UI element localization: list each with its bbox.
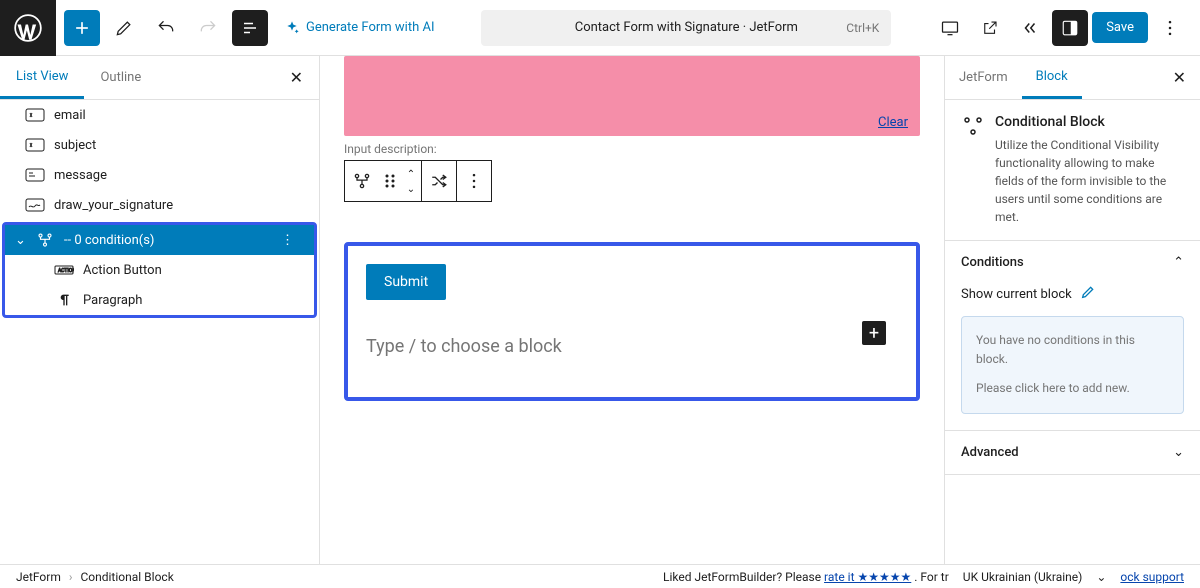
drag-handle-icon[interactable]	[379, 161, 401, 201]
footer-text: Liked JetFormBuilder? Please	[663, 570, 824, 584]
editor-canvas: Clear Input description: Submit Type / t…	[320, 56, 944, 564]
svg-text:ACTION: ACTION	[58, 268, 74, 274]
settings-sidebar: JetForm Block ✕ Conditional Block Utiliz…	[944, 56, 1200, 564]
document-title-bar[interactable]: Contact Form with Signature · JetForm Ct…	[481, 10, 891, 46]
list-item-label: message	[54, 168, 107, 183]
footer-text: . For tr	[914, 570, 949, 584]
add-block-inline-button[interactable]: +	[862, 321, 886, 345]
block-placeholder[interactable]: Type / to choose a block	[366, 336, 898, 357]
rate-link[interactable]: rate it ★★★★★	[824, 570, 911, 584]
settings-panel-toggle[interactable]	[1052, 10, 1088, 46]
save-button[interactable]: Save	[1092, 12, 1148, 43]
external-link-icon[interactable]	[972, 10, 1008, 46]
undo-button[interactable]	[148, 10, 184, 46]
text-field-icon	[24, 106, 46, 124]
chevron-up-icon: ⌃	[1173, 255, 1184, 270]
list-item-subject[interactable]: subject	[0, 130, 319, 160]
close-icon[interactable]: ✕	[274, 68, 319, 87]
list-item-conditional[interactable]: ⌄ -- 0 condition(s) ⋮	[5, 225, 314, 255]
tab-block[interactable]: Block	[1022, 57, 1082, 99]
hint-line: Please click here to add new.	[976, 379, 1169, 398]
more-options-icon[interactable]	[457, 161, 491, 201]
conditional-block-container[interactable]: Submit Type / to choose a block +	[344, 242, 920, 401]
edit-icon[interactable]	[106, 10, 142, 46]
add-block-button[interactable]	[64, 10, 100, 46]
tab-outline[interactable]: Outline	[84, 58, 157, 97]
panel-title: Conditions	[961, 255, 1024, 270]
tab-jetform[interactable]: JetForm	[945, 58, 1022, 97]
text-field-icon	[24, 136, 46, 154]
block-title: Conditional Block	[995, 114, 1184, 130]
list-item-label: Action Button	[83, 263, 162, 278]
shuffle-icon[interactable]	[422, 161, 456, 201]
advanced-panel-toggle[interactable]: Advanced ⌄	[945, 431, 1200, 474]
list-item-label: -- 0 condition(s)	[64, 233, 155, 248]
chevron-down-icon: ⌄	[1173, 445, 1184, 460]
hint-line: You have no conditions in this block.	[976, 331, 1169, 369]
breadcrumb[interactable]: JetForm › Conditional Block	[16, 570, 174, 584]
list-item-paragraph[interactable]: Paragraph	[5, 285, 314, 315]
editor-footer: JetForm › Conditional Block Liked JetFor…	[0, 564, 1200, 588]
language-label: UK Ukrainian (Ukraine)	[963, 570, 1083, 584]
conditions-panel-toggle[interactable]: Conditions ⌃	[945, 241, 1200, 284]
submit-button[interactable]: Submit	[366, 264, 446, 300]
dropdown-icon[interactable]: ⌄	[1096, 570, 1106, 584]
textarea-icon	[24, 166, 46, 184]
generate-ai-button[interactable]: Generate Form with AI	[274, 14, 445, 42]
document-overview-button[interactable]	[232, 10, 268, 46]
signature-field-preview[interactable]: Clear	[344, 56, 920, 136]
item-more-icon[interactable]: ⋮	[281, 233, 304, 248]
list-item-label: email	[54, 108, 86, 123]
list-item-signature[interactable]: draw_your_signature	[0, 190, 319, 220]
wp-logo[interactable]	[0, 0, 56, 56]
block-toolbar	[344, 160, 492, 202]
close-icon[interactable]: ✕	[1159, 68, 1200, 87]
paragraph-icon	[53, 291, 75, 309]
shortcut-hint: Ctrl+K	[846, 21, 879, 35]
input-description-label: Input description:	[344, 142, 934, 156]
block-description: Utilize the Conditional Visibility funct…	[995, 136, 1184, 226]
tab-list-view[interactable]: List View	[0, 57, 84, 99]
edit-icon[interactable]	[1080, 284, 1096, 304]
breadcrumb-item[interactable]: JetForm	[16, 570, 61, 584]
document-title: Contact Form with Signature · JetForm	[575, 20, 798, 35]
list-item-action-button[interactable]: ACTION Action Button	[5, 255, 314, 285]
list-item-label: draw_your_signature	[54, 198, 173, 213]
more-options-icon[interactable]	[1152, 10, 1188, 46]
panel-title: Advanced	[961, 445, 1019, 460]
action-button-icon: ACTION	[53, 261, 75, 279]
signature-icon	[24, 196, 46, 214]
block-type-icon[interactable]	[345, 161, 379, 201]
list-view-panel: List View Outline ✕ email subject messag…	[0, 56, 320, 564]
collapse-icon[interactable]	[1012, 10, 1048, 46]
breadcrumb-item[interactable]: Conditional Block	[80, 570, 173, 584]
list-item-label: Paragraph	[83, 293, 142, 308]
clear-link[interactable]: Clear	[878, 115, 908, 130]
support-link[interactable]: ock support	[1120, 570, 1184, 584]
ai-button-label: Generate Form with AI	[306, 20, 435, 35]
list-item-message[interactable]: message	[0, 160, 319, 190]
redo-button[interactable]	[190, 10, 226, 46]
show-block-label: Show current block	[961, 287, 1072, 302]
add-condition-hint[interactable]: You have no conditions in this block. Pl…	[961, 316, 1184, 414]
conditional-icon	[961, 114, 985, 138]
list-item-email[interactable]: email	[0, 100, 319, 130]
conditional-icon	[34, 231, 56, 249]
move-arrows[interactable]	[401, 161, 421, 201]
list-item-label: subject	[54, 138, 96, 153]
chevron-down-icon[interactable]: ⌄	[15, 233, 26, 248]
desktop-preview-icon[interactable]	[932, 10, 968, 46]
